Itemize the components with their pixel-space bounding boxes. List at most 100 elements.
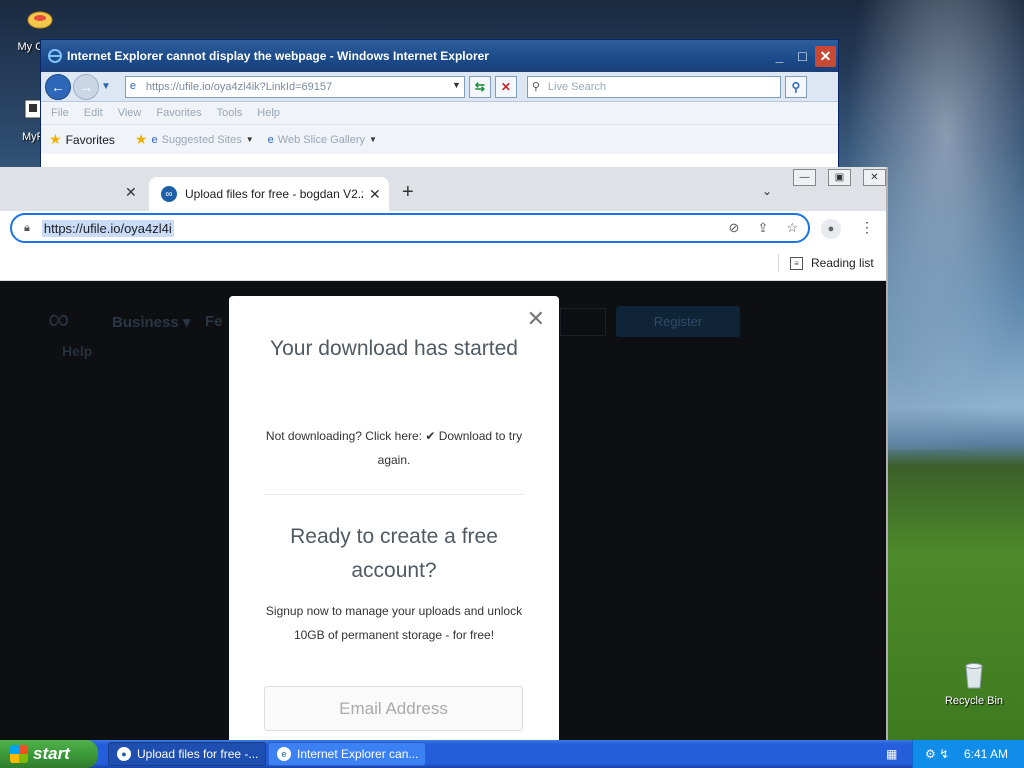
ie-favorites-bar: ★ Favorites ★ e Suggested Sites ▼ e Web …	[41, 124, 838, 154]
ie-address-bar[interactable]: e https://ufile.io/oya4zl4ik?LinkId=6915…	[124, 75, 465, 98]
nav-business[interactable]: Business ▾	[112, 313, 190, 331]
chevron-down-icon[interactable]: ▼	[101, 81, 111, 92]
tab-upload-files[interactable]: ∞ Upload files for free - bogdan V2.zip …	[149, 177, 389, 211]
ie-menu-bar: File Edit View Favorites Tools Help	[41, 102, 838, 124]
ie-titlebar[interactable]: Internet Explorer cannot display the web…	[41, 40, 838, 72]
desktop-icon-recycle-bin[interactable]: Recycle Bin	[939, 660, 1009, 707]
plus-icon[interactable]: +	[402, 181, 414, 204]
menu-favorites[interactable]: Favorites	[156, 107, 201, 119]
divider	[778, 254, 779, 272]
taskbar-item-label: Upload files for free -...	[137, 747, 259, 761]
search-placeholder: Live Search	[547, 80, 606, 93]
desktop: My Com MyP Recycle Bin Internet Explorer…	[0, 0, 1024, 740]
login-field[interactable]	[560, 308, 606, 336]
modal-heading-account: Ready to create a free account?	[290, 525, 498, 582]
system-tray: ⚙ ↯ 6:41 AM	[912, 740, 1024, 768]
ie-address-row: ← → ▼ e https://ufile.io/oya4zl4ik?LinkI…	[41, 72, 838, 102]
ie-logo-icon	[47, 48, 63, 64]
menu-edit[interactable]: Edit	[84, 107, 103, 119]
reading-list-button[interactable]: ≡ Reading list	[778, 254, 874, 272]
start-label: start	[33, 744, 70, 763]
minimize-button[interactable]: _	[769, 46, 790, 67]
restore-button[interactable]: ▣	[828, 169, 851, 186]
bookmarks-bar: ≡ Reading list	[0, 247, 886, 281]
tab-title: Upload files for free - bogdan V2.zip	[185, 187, 363, 201]
page-icon: e	[129, 79, 137, 92]
modal-close-icon[interactable]: ✕	[527, 306, 545, 332]
email-input[interactable]: Email Address	[264, 686, 523, 731]
close-button[interactable]: ✕	[815, 45, 836, 67]
forward-button[interactable]: →	[73, 73, 99, 100]
close-icon[interactable]: ✕	[125, 184, 137, 201]
search-icon: ⚲	[531, 80, 540, 93]
taskbar-item-chrome[interactable]: ● Upload files for free -...	[108, 742, 266, 766]
ufile-logo-icon: ∞	[48, 303, 70, 336]
chrome-icon: ●	[117, 747, 131, 761]
star-icon[interactable]: ☆	[786, 220, 798, 236]
star-icon: ★	[49, 131, 62, 147]
page-icon: e	[267, 133, 274, 146]
omnibox-url[interactable]: https://ufile.io/oya4zl4i	[41, 219, 174, 237]
favorites-button[interactable]: ★ Favorites	[49, 131, 115, 148]
desktop-icon-label: Recycle Bin	[944, 695, 1004, 707]
eye-off-icon[interactable]: ⊘	[729, 220, 740, 236]
search-button[interactable]: ⚲	[784, 75, 807, 98]
ufile-favicon-icon: ∞	[161, 186, 177, 202]
register-button[interactable]: Register	[616, 306, 740, 337]
kebab-menu-icon[interactable]: ⋮	[860, 219, 874, 236]
menu-file[interactable]: File	[51, 107, 69, 119]
tab-strip: ✕ ∞ Upload files for free - bogdan V2.zi…	[0, 167, 886, 211]
download-retry-text[interactable]: Not downloading? Click here: ✔ Download …	[249, 424, 539, 472]
chrome-toolbar: 🔒︎ https://ufile.io/oya4zl4i ⊘ ⇪ ☆ ● ⋮	[0, 211, 886, 247]
ie-address-text: https://ufile.io/oya4zl4ik?LinkId=69157	[145, 80, 333, 93]
reading-list-icon: ≡	[790, 256, 803, 270]
start-button[interactable]: start	[0, 740, 98, 768]
chevron-down-icon[interactable]: ▼	[452, 80, 461, 90]
divider	[264, 494, 524, 495]
taskbar: start ● Upload files for free -... e Int…	[0, 740, 1024, 768]
menu-view[interactable]: View	[118, 107, 142, 119]
nav-features[interactable]: Fe	[205, 313, 223, 330]
share-icon[interactable]: ⇪	[757, 220, 768, 236]
signup-text: Signup now to manage your uploads and un…	[265, 604, 523, 642]
favorites-label: Favorites	[65, 132, 115, 147]
suggested-sites-label: Suggested Sites	[161, 133, 242, 146]
modal-heading-download: Your download has started	[270, 337, 518, 360]
tray-icons[interactable]: ⚙ ↯	[925, 747, 949, 761]
minimize-button[interactable]: —	[793, 169, 816, 186]
web-slice-gallery-label: Web Slice Gallery	[277, 133, 365, 146]
lock-icon: 🔒︎	[24, 221, 30, 234]
omnibox[interactable]: 🔒︎ https://ufile.io/oya4zl4i ⊘ ⇪ ☆	[10, 213, 810, 243]
tab-close-icon[interactable]: ✕	[369, 186, 381, 203]
page-icon: e	[151, 133, 158, 146]
menu-tools[interactable]: Tools	[217, 107, 243, 119]
reading-list-label: Reading list	[811, 256, 874, 270]
refresh-button[interactable]: ⇆	[468, 75, 491, 98]
profile-icon[interactable]: ●	[821, 219, 841, 239]
chevron-down-icon[interactable]: ⌄	[762, 184, 772, 198]
ie-window-title: Internet Explorer cannot display the web…	[67, 49, 489, 63]
download-modal: ✕ Your download has started Not download…	[229, 296, 559, 740]
keyboard-icon[interactable]: ▦	[886, 747, 897, 761]
chevron-down-icon: ▼	[245, 135, 254, 144]
window-controls: — ▣ ✕	[793, 169, 898, 186]
chrome-window: ✕ ∞ Upload files for free - bogdan V2.zi…	[0, 167, 888, 740]
windows-flag-icon	[10, 745, 28, 763]
menu-help[interactable]: Help	[257, 107, 280, 119]
stop-button[interactable]: ✕	[494, 75, 517, 98]
ie-icon: e	[277, 747, 291, 761]
live-search-input[interactable]: ⚲ Live Search	[526, 75, 781, 98]
ie-window: Internet Explorer cannot display the web…	[40, 39, 839, 179]
suggested-sites-button[interactable]: ★ e Suggested Sites ▼	[135, 131, 254, 148]
help-link[interactable]: Help	[62, 343, 92, 359]
close-button[interactable]: ✕	[863, 169, 886, 186]
chevron-down-icon: ▼	[369, 135, 377, 144]
omnibox-actions: ⊘ ⇪ ☆	[711, 220, 798, 236]
web-slice-gallery-button[interactable]: e Web Slice Gallery ▼	[268, 134, 377, 146]
page-content-dimmed: ∞ Help Business ▾ Fe Register ✕ Your dow…	[0, 281, 886, 740]
clock[interactable]: 6:41 AM	[964, 747, 1008, 761]
back-button[interactable]: ←	[45, 73, 71, 100]
taskbar-item-label: Internet Explorer can...	[297, 747, 419, 761]
taskbar-item-ie[interactable]: e Internet Explorer can...	[268, 742, 426, 766]
maximize-button[interactable]: □	[792, 46, 813, 67]
